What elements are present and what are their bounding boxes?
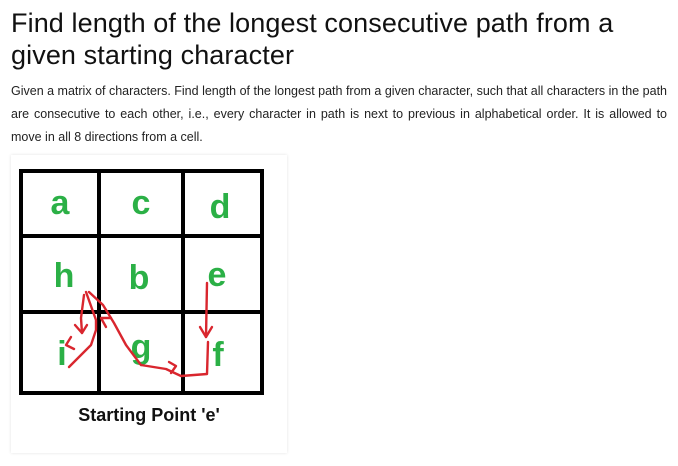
cell-r1-c0: h xyxy=(54,257,75,295)
arrowhead-i xyxy=(64,335,76,351)
cell-r2-c2: f xyxy=(212,336,224,374)
problem-description: Given a matrix of characters. Find lengt… xyxy=(11,84,667,144)
cell-r0-c2: d xyxy=(210,188,231,226)
cell-r0-c1: c xyxy=(132,184,151,222)
cell-r1-c2: e xyxy=(208,256,227,294)
cell-r2-c1: g xyxy=(131,328,152,366)
arrowhead-h xyxy=(99,316,113,329)
matrix-figure: a c d h b e i g f Starting Point 'e' xyxy=(11,155,287,453)
page-title: Find length of the longest consecutive p… xyxy=(11,8,614,70)
figure-caption: Starting Point 'e' xyxy=(78,405,220,425)
cell-r1-c1: b xyxy=(129,259,150,297)
path-e-to-f xyxy=(204,281,209,339)
cell-r2-c0: i xyxy=(57,335,66,373)
cell-r0-c0: a xyxy=(51,184,71,222)
